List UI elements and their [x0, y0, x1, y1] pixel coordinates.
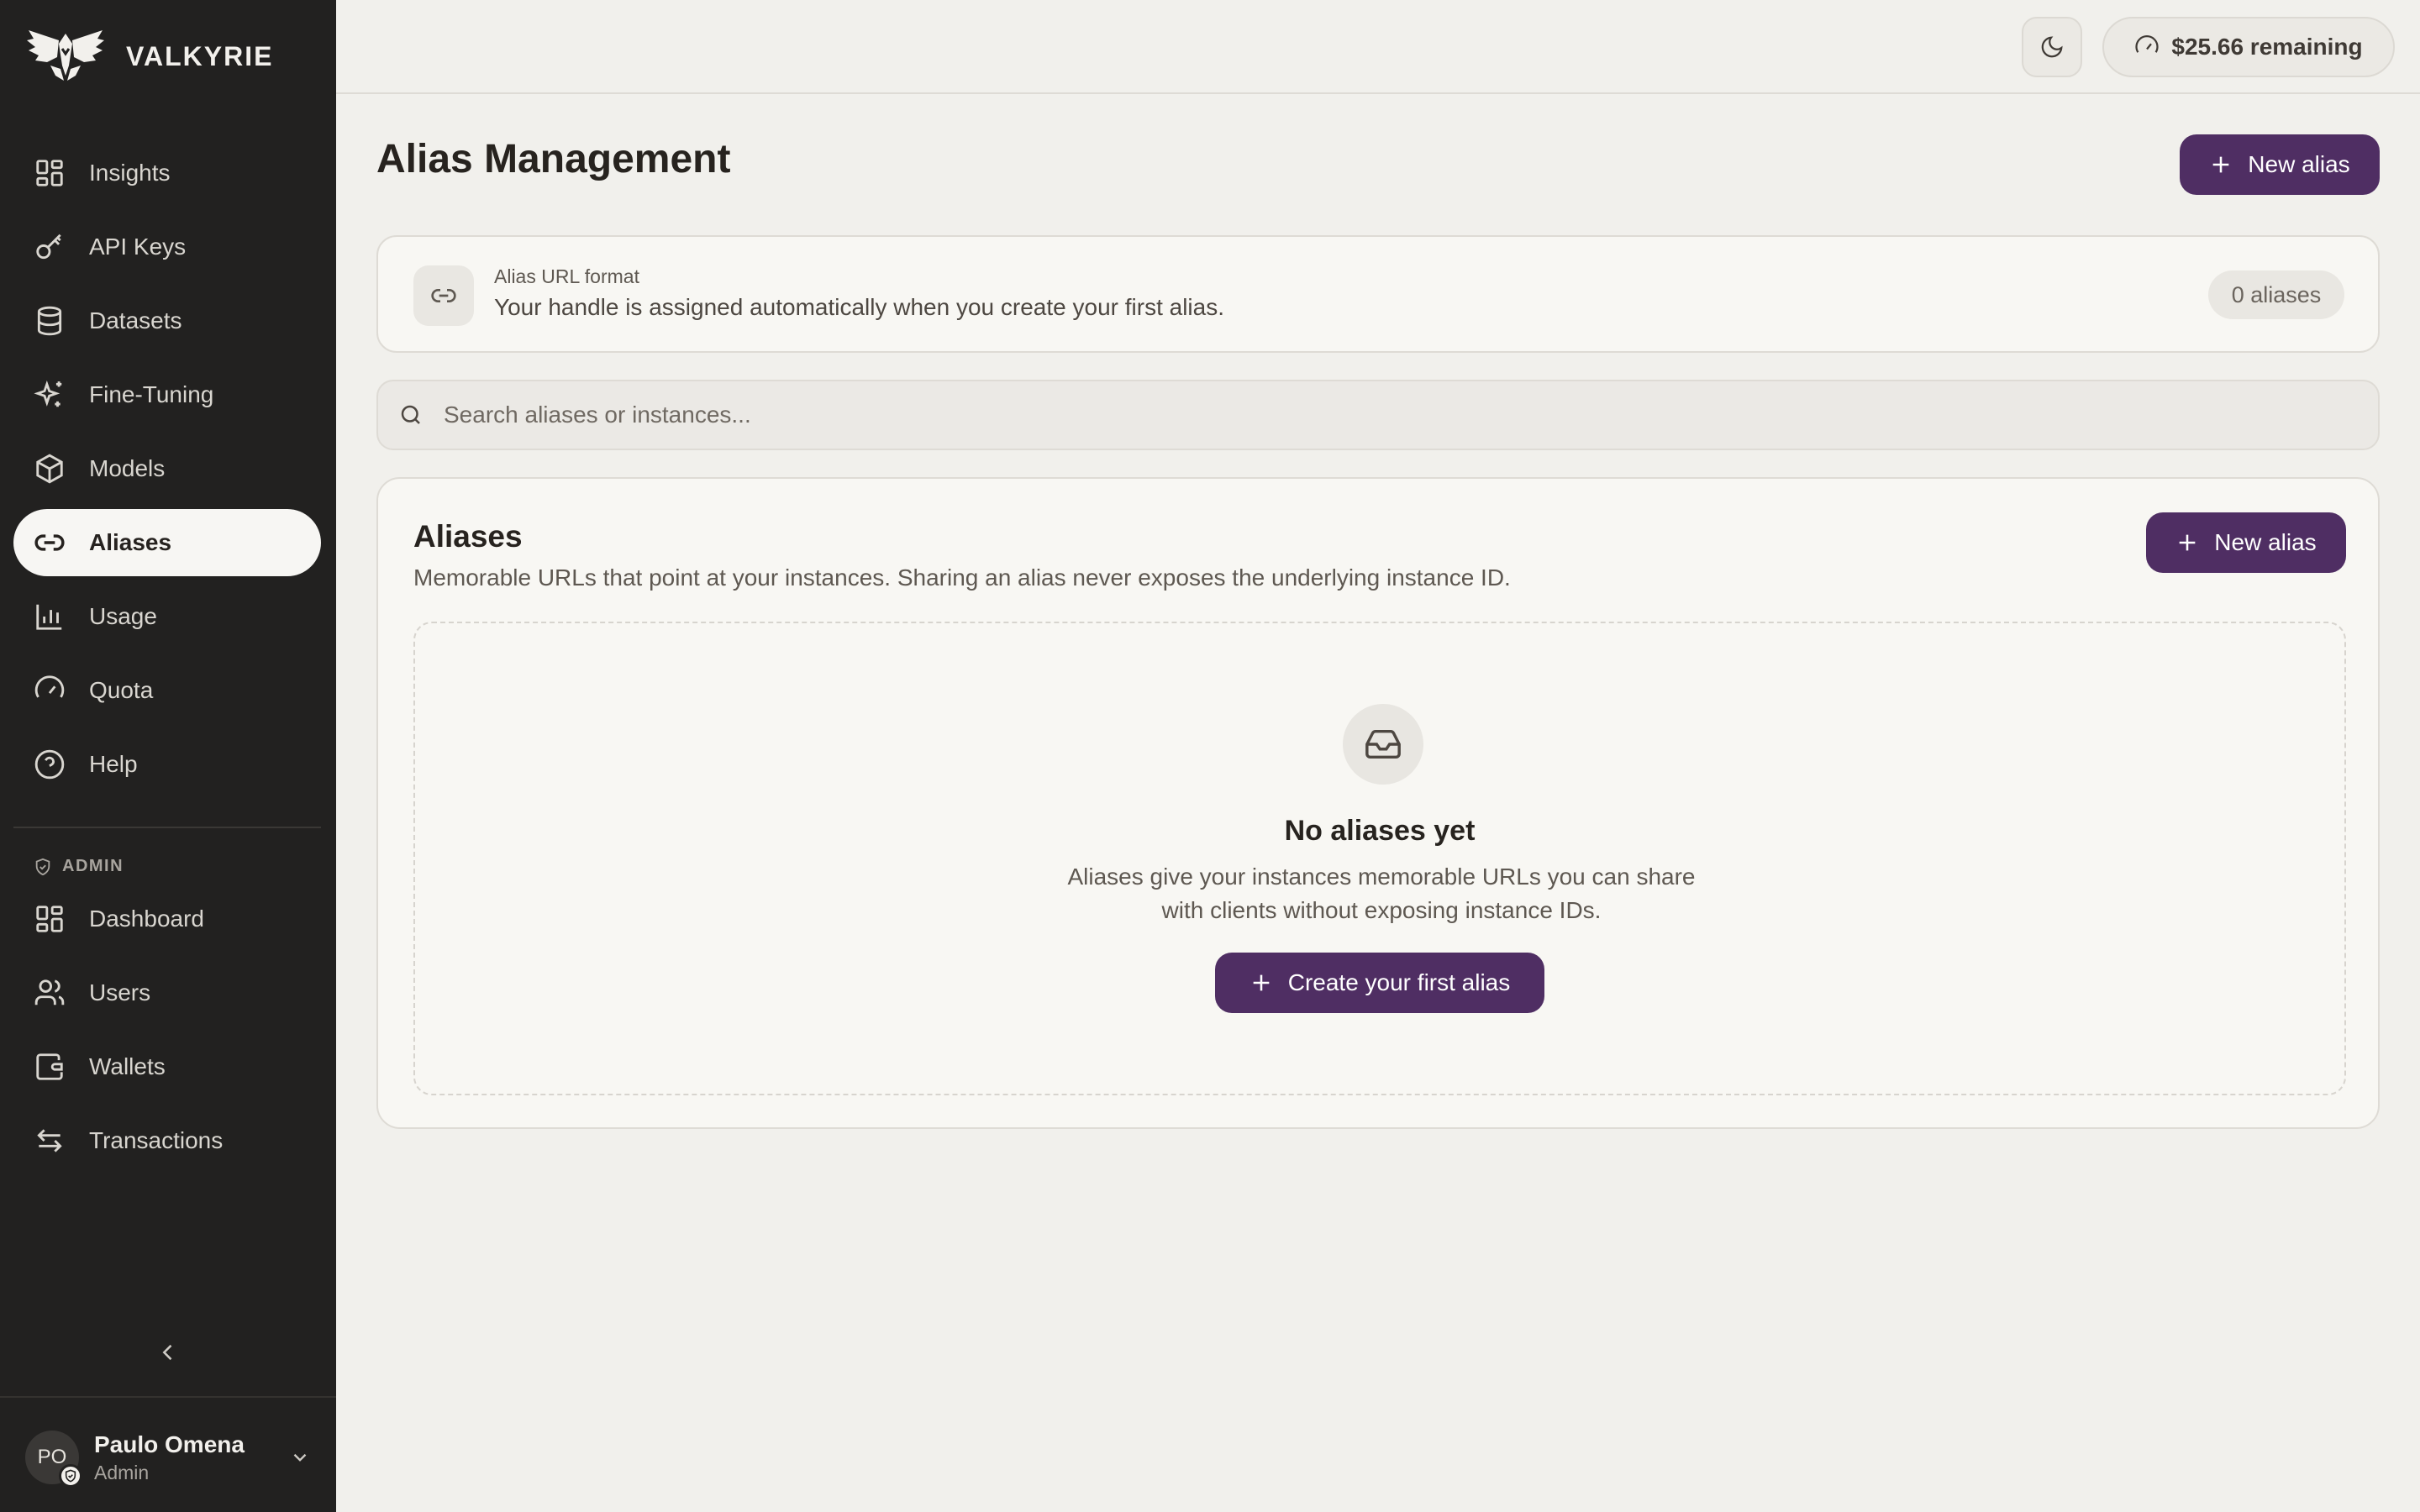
sidebar-item-label: Aliases — [89, 529, 172, 555]
aliases-title: Aliases — [413, 519, 523, 554]
sidebar-item-label: API Keys — [89, 234, 187, 260]
cube-icon — [34, 453, 66, 485]
sidebar-item-transactions[interactable]: Transactions — [13, 1107, 321, 1174]
user-role: Admin — [94, 1461, 150, 1483]
sidebar-item-insights[interactable]: Insights — [13, 139, 321, 207]
empty-state-title: No aliases yet — [1284, 815, 1476, 847]
topbar: $25.66 remaining — [336, 0, 2420, 94]
create-first-alias-label: Create your first alias — [1287, 969, 1511, 995]
new-alias-card-button[interactable]: New alias — [2146, 512, 2346, 573]
help-circle-icon — [34, 748, 66, 780]
sidebar: VALKYRIE Insights API Keys Datasets Fine… — [0, 0, 336, 1512]
new-alias-label: New alias — [2214, 529, 2317, 555]
sidebar-item-label: Models — [89, 455, 166, 481]
user-menu[interactable]: PO Paulo Omena Admin — [25, 1428, 311, 1488]
empty-state-description: Aliases give your instances memorable UR… — [1067, 864, 1696, 923]
sidebar-item-label: Usage — [89, 603, 157, 629]
sidebar-item-usage[interactable]: Usage — [13, 583, 321, 650]
sidebar-item-label: Insights — [89, 160, 171, 186]
page-title: Alias Management — [376, 137, 731, 181]
alias-url-format-card: Alias URL format Your handle is assigned… — [376, 235, 2380, 353]
sidebar-item-dashboard[interactable]: Dashboard — [13, 885, 321, 953]
sidebar-item-help[interactable]: Help — [13, 731, 321, 798]
avatar-initials: PO — [37, 1446, 67, 1468]
search-input[interactable] — [444, 402, 2292, 428]
chevron-down-icon — [293, 1453, 307, 1462]
link-icon — [34, 527, 66, 559]
shield-check-icon — [65, 1469, 76, 1483]
inbox-icon — [1343, 704, 1423, 785]
empty-state: No aliases yet Aliases give your instanc… — [413, 622, 2346, 1095]
user-name: Paulo Omena — [94, 1431, 245, 1457]
sidebar-item-quota[interactable]: Quota — [13, 657, 321, 724]
format-label: Alias URL format — [494, 265, 639, 287]
admin-heading-label: ADMIN — [62, 857, 124, 875]
sparkles-icon — [34, 379, 66, 411]
moon-icon — [2041, 36, 2063, 58]
wallet-icon — [34, 1051, 66, 1083]
admin-nav: Dashboard Users Wallets Transactions — [13, 885, 321, 1181]
database-icon — [34, 305, 66, 337]
user-divider — [0, 1396, 336, 1398]
new-alias-label: New alias — [2248, 151, 2350, 177]
sidebar-item-models[interactable]: Models — [13, 435, 321, 502]
sidebar-item-label: Transactions — [89, 1127, 224, 1153]
bar-chart-icon — [34, 601, 66, 633]
sidebar-item-fine-tuning[interactable]: Fine-Tuning — [13, 361, 321, 428]
valkyrie-logo-icon — [27, 30, 104, 81]
grid-icon — [34, 157, 66, 189]
gauge-icon — [2135, 35, 2159, 53]
admin-badge — [59, 1464, 82, 1488]
sidebar-item-datasets[interactable]: Datasets — [13, 287, 321, 354]
sidebar-item-label: Quota — [89, 677, 154, 703]
plus-icon — [2212, 156, 2229, 173]
credit-balance-text: $25.66 remaining — [2171, 34, 2363, 60]
admin-section-heading: ADMIN — [34, 857, 124, 876]
search-bar[interactable] — [376, 380, 2380, 450]
sidebar-item-label: Wallets — [89, 1053, 166, 1079]
aliases-subtitle: Memorable URLs that point at your instan… — [413, 564, 1511, 591]
arrows-swap-icon — [34, 1125, 66, 1157]
sidebar-item-users[interactable]: Users — [13, 959, 321, 1026]
sidebar-item-wallets[interactable]: Wallets — [13, 1033, 321, 1100]
aliases-card: Aliases Memorable URLs that point at you… — [376, 477, 2380, 1129]
plus-icon — [2179, 534, 2196, 551]
new-alias-button[interactable]: New alias — [2180, 134, 2380, 195]
gauge-icon — [34, 675, 66, 706]
plus-icon — [1253, 974, 1270, 991]
sidebar-item-aliases[interactable]: Aliases — [13, 509, 321, 576]
sidebar-item-label: Help — [89, 751, 138, 777]
theme-toggle-button[interactable] — [2022, 17, 2082, 77]
brand-name: VALKYRIE — [126, 40, 274, 71]
chevron-left-icon — [162, 1344, 172, 1361]
sidebar-item-api-keys[interactable]: API Keys — [13, 213, 321, 281]
sidebar-item-label: Datasets — [89, 307, 182, 333]
sidebar-item-label: Users — [89, 979, 151, 1005]
link-icon — [413, 265, 474, 326]
collapse-sidebar-button[interactable] — [151, 1336, 185, 1369]
user-info: Paulo Omena Admin — [94, 1431, 245, 1484]
users-icon — [34, 977, 66, 1009]
key-icon — [34, 231, 66, 263]
sidebar-item-label: Fine-Tuning — [89, 381, 214, 407]
alias-count-badge: 0 aliases — [2208, 270, 2344, 319]
grid-icon — [34, 903, 66, 935]
sidebar-divider — [13, 827, 321, 828]
search-icon — [401, 405, 420, 424]
avatar: PO — [25, 1431, 82, 1488]
sidebar-item-label: Dashboard — [89, 906, 204, 932]
main-nav: Insights API Keys Datasets Fine-Tuning M… — [13, 139, 321, 805]
brand[interactable]: VALKYRIE — [25, 29, 273, 84]
credit-balance-button[interactable]: $25.66 remaining — [2102, 17, 2395, 77]
create-first-alias-button[interactable]: Create your first alias — [1215, 953, 1544, 1013]
shield-check-icon — [35, 858, 50, 875]
format-description: Your handle is assigned automatically wh… — [494, 294, 1224, 320]
